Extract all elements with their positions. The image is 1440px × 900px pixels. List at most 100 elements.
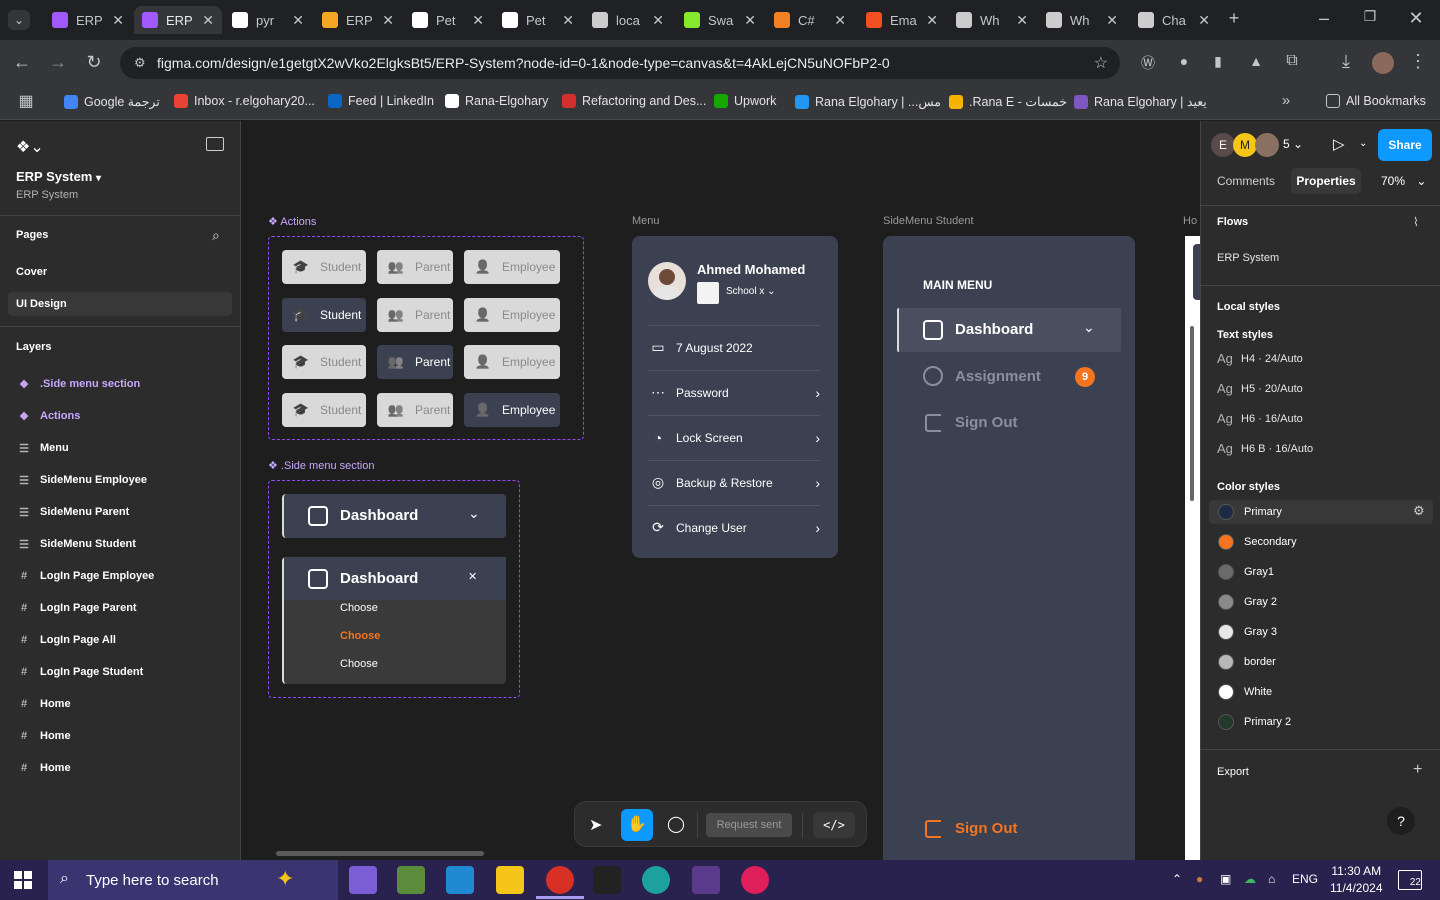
panel-toggle-icon[interactable] bbox=[206, 137, 224, 151]
reload-icon[interactable]: ↻ bbox=[84, 52, 104, 73]
notifications-icon[interactable]: 22 bbox=[1398, 870, 1422, 890]
figma-canvas[interactable]: ❖ Actions 🎓 Student 👥 Parent 👤 Employee 🎓 Stude… bbox=[241, 121, 1200, 860]
maximize-icon[interactable]: ❐ bbox=[1360, 8, 1380, 25]
taskbar-search[interactable]: ⌕ Type here to search ✦ bbox=[48, 860, 338, 900]
layer-item[interactable]: ❖ Actions bbox=[18, 406, 80, 426]
color-style-item[interactable]: Gray 3 bbox=[1218, 621, 1277, 643]
browser-tab[interactable]: pyr ✕ bbox=[224, 6, 312, 34]
extension-b-icon[interactable]: ▮ bbox=[1208, 53, 1228, 70]
clock[interactable]: 11:30 AM 11/4/2024 bbox=[1330, 864, 1383, 895]
browser-tab[interactable]: Ema ✕ bbox=[858, 6, 946, 34]
menu-item-password[interactable]: ⋯ Password › bbox=[648, 370, 820, 414]
bookmark-item[interactable]: Refactoring and Des... bbox=[562, 94, 706, 108]
layer-item[interactable]: ☰ Menu bbox=[18, 438, 69, 458]
role-button-parent[interactable]: 👥 Parent bbox=[377, 297, 453, 332]
extension-a-icon[interactable]: ▲ bbox=[1246, 53, 1266, 69]
tab-properties[interactable]: Properties bbox=[1291, 168, 1361, 194]
dev-mode-icon[interactable]: </> bbox=[813, 812, 855, 838]
site-info-icon[interactable]: ⚙ bbox=[134, 55, 146, 71]
close-tab-icon[interactable]: ✕ bbox=[1106, 12, 1118, 29]
color-style-item[interactable]: Primary 2 bbox=[1218, 711, 1291, 733]
help-button[interactable]: ? bbox=[1387, 807, 1415, 835]
flow-item[interactable]: ERP System bbox=[1217, 252, 1279, 264]
layer-item[interactable]: # Home bbox=[18, 758, 71, 778]
zoom-level[interactable]: 70% ⌄ bbox=[1381, 174, 1426, 188]
nav-sign-out[interactable]: Sign Out bbox=[955, 414, 1018, 431]
downloads-icon[interactable]: ⤓ bbox=[1336, 51, 1356, 72]
layer-item[interactable]: # LogIn Page Student bbox=[18, 662, 143, 682]
sidemenu-student-frame[interactable]: MAIN MENU Dashboard ⌄ Assignment 9 Sign … bbox=[883, 236, 1135, 860]
back-icon[interactable]: ← bbox=[12, 52, 32, 73]
layer-item[interactable]: ❖ .Side menu section bbox=[18, 374, 140, 394]
close-tab-icon[interactable]: ✕ bbox=[926, 12, 938, 29]
browser-tab[interactable]: Cha ✕ bbox=[1130, 6, 1218, 34]
extensions-puzzle-icon[interactable]: ⧉ bbox=[1282, 52, 1302, 70]
submenu-item-active[interactable]: Choose bbox=[340, 630, 380, 642]
windows-start-icon[interactable] bbox=[14, 871, 32, 889]
browser-tab[interactable]: Swa ✕ bbox=[676, 6, 764, 34]
browser-tab[interactable]: Wh ✕ bbox=[1038, 6, 1126, 34]
close-tab-icon[interactable]: ✕ bbox=[292, 12, 304, 29]
dashboard-collapsed[interactable]: Dashboard ⌄ bbox=[282, 494, 506, 538]
browser-tab[interactable]: loca ✕ bbox=[584, 6, 672, 34]
role-button-parent[interactable]: 👥 Parent bbox=[377, 345, 453, 379]
browser-tab[interactable]: ERP ✕ bbox=[134, 6, 222, 34]
close-tab-icon[interactable]: ✕ bbox=[744, 12, 756, 29]
side-menu-section-label[interactable]: ❖ .Side menu section bbox=[268, 459, 374, 472]
bookmark-star-icon[interactable]: ☆ bbox=[1094, 53, 1108, 73]
close-tab-icon[interactable]: ✕ bbox=[1198, 12, 1210, 29]
layer-item[interactable]: # LogIn Page All bbox=[18, 630, 116, 650]
apps-grid-icon[interactable]: ▦ bbox=[16, 91, 36, 111]
role-button-parent[interactable]: 👥 Parent bbox=[377, 250, 453, 284]
forward-icon[interactable]: → bbox=[48, 52, 68, 73]
hand-tool-icon[interactable]: ✋ bbox=[621, 809, 653, 841]
collaborators-count[interactable]: 5 ⌄ bbox=[1283, 137, 1303, 151]
snipping-tool-icon[interactable] bbox=[397, 866, 425, 894]
avatar[interactable] bbox=[1255, 133, 1279, 157]
sidemenu-student-label[interactable]: SideMenu Student bbox=[883, 215, 974, 227]
color-style-item[interactable]: Secondary bbox=[1218, 531, 1297, 553]
layer-item[interactable]: ☰ SideMenu Parent bbox=[18, 502, 129, 522]
add-export-icon[interactable]: + bbox=[1413, 761, 1422, 779]
color-style-item[interactable]: White bbox=[1218, 681, 1272, 703]
menu-frame[interactable]: Ahmed Mohamed School x ⌄ ▭ 7 August 2022 … bbox=[632, 236, 838, 558]
text-style-item[interactable]: Ag H5 · 20/Auto bbox=[1217, 381, 1303, 396]
role-button-student[interactable]: 🎓 Student bbox=[282, 250, 366, 284]
language-indicator[interactable]: ENG bbox=[1292, 872, 1318, 886]
browser-tab[interactable]: Pet ✕ bbox=[494, 6, 582, 34]
media-app-icon[interactable] bbox=[692, 866, 720, 894]
close-tab-icon[interactable]: ✕ bbox=[472, 12, 484, 29]
role-button-parent[interactable]: 👥 Parent bbox=[377, 392, 453, 427]
terminal-icon[interactable] bbox=[593, 866, 621, 894]
close-tab-icon[interactable]: ✕ bbox=[834, 12, 846, 29]
share-button[interactable]: Share bbox=[1378, 129, 1432, 161]
browser-tab[interactable]: Wh ✕ bbox=[948, 6, 1036, 34]
submenu-item[interactable]: Choose bbox=[340, 602, 378, 614]
more-bookmarks-icon[interactable]: » bbox=[1276, 92, 1296, 109]
close-tab-icon[interactable]: ✕ bbox=[1016, 12, 1028, 29]
layer-item[interactable]: # Home bbox=[18, 726, 71, 746]
dashboard-expanded[interactable]: Dashboard ✕ Choose Choose Choose bbox=[282, 557, 506, 684]
visual-studio-icon[interactable] bbox=[349, 866, 377, 894]
tab-search-icon[interactable]: ⌄ bbox=[8, 10, 30, 30]
home-frame-label[interactable]: Ho bbox=[1183, 215, 1197, 227]
menu-item-change-user[interactable]: ⟳ Change User › bbox=[648, 505, 820, 549]
tray-device-icon[interactable]: ▣ bbox=[1220, 872, 1231, 886]
horizontal-scrollbar[interactable] bbox=[276, 851, 484, 856]
slack-icon[interactable] bbox=[741, 866, 769, 894]
request-sent-button[interactable]: Request sent bbox=[706, 813, 792, 837]
sign-out-bottom[interactable]: Sign Out bbox=[955, 820, 1018, 837]
nav-dashboard[interactable]: Dashboard ⌄ bbox=[897, 308, 1121, 352]
close-tab-icon[interactable]: ✕ bbox=[652, 12, 664, 29]
menu-item-backup[interactable]: ◎ Backup & Restore › bbox=[648, 460, 820, 504]
avatar[interactable]: M bbox=[1233, 133, 1257, 157]
tray-drive-icon[interactable]: ☁ bbox=[1244, 872, 1256, 886]
vertical-scrollbar[interactable] bbox=[1190, 326, 1194, 501]
file-title[interactable]: ERP System ▾ bbox=[16, 169, 101, 184]
chrome-icon[interactable] bbox=[546, 866, 574, 894]
page-ui-design[interactable]: UI Design bbox=[8, 292, 232, 316]
vscode-icon[interactable] bbox=[446, 866, 474, 894]
menu-item-lock-screen[interactable]: ◔ Lock Screen › bbox=[648, 415, 820, 459]
bookmark-item[interactable]: Inbox - r.elgohary20... bbox=[174, 94, 315, 108]
role-button-employee[interactable]: 👤 Employee bbox=[464, 392, 560, 427]
